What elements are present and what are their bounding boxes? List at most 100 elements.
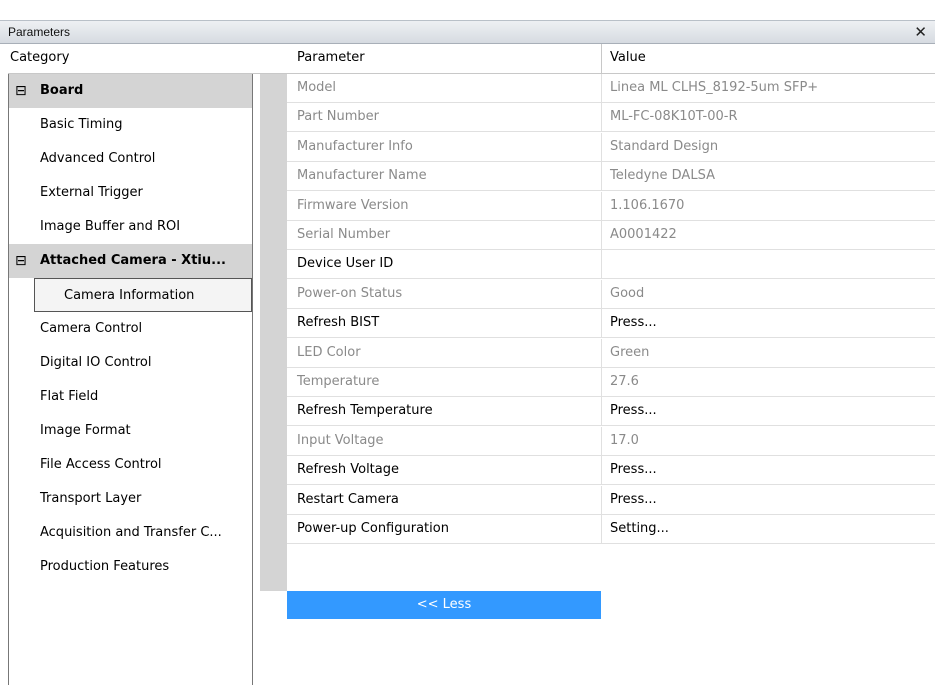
parameter-name: Refresh BIST <box>297 315 380 331</box>
category-item-label: Image Format <box>40 423 131 438</box>
parameter-value: ML-FC-08K10T-00-R <box>610 109 738 125</box>
parameter-value[interactable]: Press... <box>610 403 657 418</box>
parameters-window: Parameters ✕ Category ⊟ Board Basic Timing… <box>0 0 935 685</box>
category-item-label: Digital IO Control <box>40 355 152 370</box>
category-item[interactable]: External Trigger <box>9 176 252 210</box>
category-item[interactable]: Basic Timing <box>9 108 252 142</box>
category-item-label: Image Buffer and ROI <box>40 219 181 234</box>
parameter-row[interactable]: Firmware Version <box>287 192 601 221</box>
parameter-value[interactable]: Press... <box>610 315 657 330</box>
category-item-label: Attached Camera - Xtiu... <box>40 253 226 268</box>
parameter-value-cell[interactable]: Press... <box>601 485 935 515</box>
column-header-parameter[interactable]: Parameter <box>297 50 365 65</box>
parameter-row[interactable]: Refresh Voltage <box>287 456 601 486</box>
parameter-row[interactable]: Model <box>287 74 601 103</box>
category-item[interactable]: Production Features <box>9 550 252 584</box>
category-item-label: Flat Field <box>40 389 99 404</box>
parameter-row[interactable]: Manufacturer Name <box>287 162 601 192</box>
parameter-value-cell: Teledyne DALSA <box>601 162 935 192</box>
parameter-row[interactable]: Manufacturer Info <box>287 133 601 162</box>
parameter-value[interactable]: Press... <box>610 462 657 477</box>
category-group[interactable]: ⊟ Attached Camera - Xtiu... <box>9 244 252 278</box>
category-item[interactable]: Digital IO Control <box>9 346 252 380</box>
category-item-label: Acquisition and Transfer C... <box>40 525 222 540</box>
parameter-value-cell: Standard Design <box>601 132 935 162</box>
parameter-row[interactable]: Refresh Temperature <box>287 397 601 427</box>
parameter-row[interactable]: Device User ID <box>287 250 601 280</box>
category-item-label: Transport Layer <box>40 491 142 506</box>
category-item-label: File Access Control <box>40 457 162 472</box>
parameter-row[interactable]: Power-up Configuration <box>287 515 601 544</box>
collapse-icon[interactable]: ⊟ <box>15 244 27 278</box>
parameter-name: Part Number <box>297 109 380 125</box>
parameter-value-cell[interactable]: Setting... <box>601 515 935 544</box>
parameter-row[interactable]: Serial Number <box>287 221 601 250</box>
parameter-value: Green <box>610 344 650 360</box>
parameter-value[interactable]: Setting... <box>610 521 669 536</box>
grid-header: Parameter Value <box>260 44 935 74</box>
category-item[interactable]: Image Format <box>9 414 252 448</box>
category-item[interactable]: Camera Information <box>34 278 252 312</box>
category-item[interactable]: File Access Control <box>9 448 252 482</box>
parameter-value: A0001422 <box>610 227 677 242</box>
parameter-value-cell: 27.6 <box>601 368 935 397</box>
parameter-value-cell: Green <box>601 338 935 368</box>
column-separator[interactable] <box>601 44 602 74</box>
parameter-value: Linea ML CLHS_8192-5um SFP+ <box>610 80 819 95</box>
parameter-value: 27.6 <box>610 374 639 389</box>
parameter-name: LED Color <box>297 344 361 360</box>
parameter-row[interactable]: Refresh BIST <box>287 309 601 339</box>
parameter-row[interactable]: Power-on Status <box>287 280 601 309</box>
parameter-name: Firmware Version <box>297 197 409 213</box>
parameter-value-cell: ML-FC-08K10T-00-R <box>601 103 935 133</box>
parameter-row[interactable]: LED Color <box>287 339 601 368</box>
category-item-label: Camera Control <box>40 321 143 336</box>
category-item[interactable]: Transport Layer <box>9 482 252 516</box>
parameter-name: Refresh Voltage <box>297 462 399 478</box>
parameter-value-cell: A0001422 <box>601 221 935 250</box>
parameter-row[interactable]: Temperature <box>287 368 601 397</box>
parameter-name: Power-on Status <box>297 285 403 301</box>
parameter-row[interactable]: Restart Camera <box>287 486 601 515</box>
parameter-value-cell[interactable] <box>601 250 935 280</box>
category-sidebar: ⊟ Board Basic Timing Advanced Control Extern… <box>8 74 253 685</box>
category-item-label: Camera Information <box>64 288 195 303</box>
parameter-value: 17.0 <box>610 432 639 448</box>
parameter-name: Manufacturer Name <box>297 168 427 184</box>
parameter-grid: Parameter Value Model Linea ML CLHS_8192-… <box>260 44 935 685</box>
parameter-value-cell: 17.0 <box>601 426 935 456</box>
less-button[interactable]: << Less <box>287 591 601 619</box>
category-item[interactable]: Image Buffer and ROI <box>9 210 252 244</box>
column-header-value[interactable]: Value <box>610 50 646 65</box>
category-item-label: Board <box>40 83 84 98</box>
parameter-row[interactable]: Input Voltage <box>287 427 601 456</box>
parameter-value: 1.106.1670 <box>610 197 685 213</box>
category-item[interactable]: Flat Field <box>9 380 252 414</box>
parameter-value-cell[interactable]: Press... <box>601 397 935 427</box>
parameter-value: Good <box>610 285 645 301</box>
parameter-value-cell[interactable]: Press... <box>601 309 935 339</box>
parameter-name: Manufacturer Info <box>297 138 413 154</box>
parameter-name: Serial Number <box>297 227 391 242</box>
collapse-icon[interactable]: ⊟ <box>15 74 27 108</box>
category-item[interactable]: Camera Control <box>9 312 252 346</box>
parameter-value: Standard Design <box>610 138 719 154</box>
category-item[interactable]: Acquisition and Transfer C... <box>9 516 252 550</box>
parameter-name: Power-up Configuration <box>297 521 449 536</box>
title-bar: Parameters ✕ <box>0 20 935 44</box>
parameter-value-cell: Linea ML CLHS_8192-5um SFP+ <box>601 74 935 103</box>
parameter-value-cell: Good <box>601 279 935 309</box>
parameter-value-cell[interactable]: Press... <box>601 456 935 486</box>
category-group[interactable]: ⊟ Board <box>9 74 252 108</box>
parameter-name: Input Voltage <box>297 432 384 448</box>
parameter-name: Refresh Temperature <box>297 403 433 419</box>
parameter-value[interactable]: Press... <box>610 492 657 507</box>
category-item-label: Advanced Control <box>40 151 156 166</box>
category-item[interactable]: Advanced Control <box>9 142 252 176</box>
parameter-name: Restart Camera <box>297 491 399 507</box>
close-icon[interactable]: ✕ <box>914 23 927 41</box>
parameter-name: Model <box>297 80 337 95</box>
category-item-label: Basic Timing <box>40 117 123 132</box>
parameter-row[interactable]: Part Number <box>287 103 601 133</box>
parameter-value: Teledyne DALSA <box>610 168 715 184</box>
